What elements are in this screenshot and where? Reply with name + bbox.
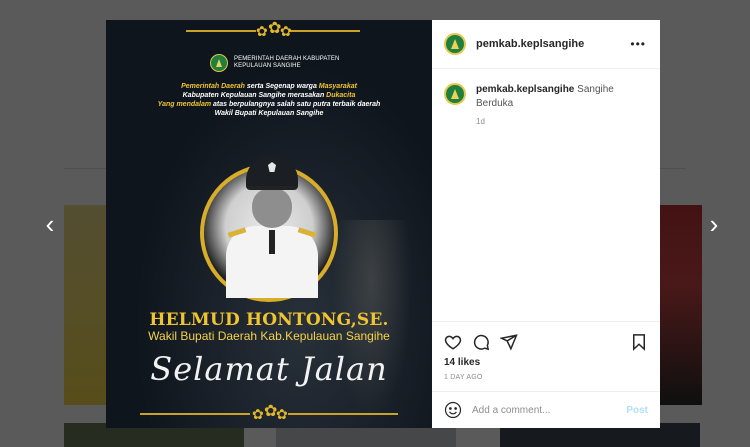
likes-count[interactable]: 14 likes: [432, 353, 660, 368]
government-header: PEMERINTAH DAERAH KABUPATEN KEPULAUAN SA…: [210, 54, 339, 72]
government-title-line1: PEMERINTAH DAERAH KABUPATEN: [234, 56, 340, 62]
caption-body: pemkab.keplsangihe Sangihe Berduka 1d: [476, 83, 648, 126]
farewell-text: Selamat Jalan: [150, 350, 388, 388]
flower-ornament-icon: ✿: [252, 406, 264, 422]
heart-icon[interactable]: [444, 333, 462, 351]
government-title-line2: KEPULAUAN SANGIHE: [234, 63, 301, 69]
ornament-bar: [186, 30, 256, 32]
comment-form: Post: [432, 391, 660, 428]
condolence-line: Yang mendalam atas berpulangnya salah sa…: [122, 100, 416, 109]
portrait-cap: [246, 156, 298, 190]
flower-ornament-icon: ✿: [280, 23, 292, 39]
caption-username-link[interactable]: pemkab.keplsangihe: [476, 84, 574, 95]
comment-input[interactable]: [472, 404, 627, 416]
condolence-line: Kabupaten Kepulauan Sangihe merasakan Du…: [122, 91, 416, 100]
flower-ornament-icon: ✿: [276, 406, 288, 422]
comments-area: [432, 140, 660, 321]
username-link[interactable]: pemkab.keplsangihe: [476, 38, 630, 50]
post-modal: ✿ ✿ ✿ PEMERINTAH DAERAH KABUPATEN KEPULA…: [106, 20, 660, 428]
ornament-top: ✿ ✿ ✿: [106, 21, 432, 39]
next-post-arrow-icon[interactable]: ›: [706, 211, 722, 237]
share-icon[interactable]: [500, 333, 518, 351]
portrait-tie: [269, 230, 275, 254]
flower-ornament-icon: ✿: [256, 23, 268, 39]
condolence-highlight: Pemerintah Daerah: [181, 83, 245, 90]
condolence-highlight: Masyarakat: [318, 83, 357, 90]
post-header: pemkab.keplsangihe •••: [432, 20, 660, 69]
bookmark-icon[interactable]: [630, 333, 648, 351]
action-bar: [432, 321, 660, 353]
government-logo-icon: [210, 54, 228, 72]
avatar[interactable]: [444, 83, 466, 105]
caption-timestamp: 1d: [476, 117, 485, 126]
ornament-bar: [140, 413, 250, 415]
portrait-face: [252, 188, 292, 228]
comment-icon[interactable]: [472, 333, 490, 351]
post-date: 1 DAY AGO: [444, 374, 483, 381]
condolence-text: atas berpulangnya salah satu putra terba…: [211, 101, 381, 108]
emoji-icon[interactable]: [444, 401, 462, 419]
ornament-bottom: ✿ ✿ ✿: [106, 404, 432, 422]
post-comment-button[interactable]: Post: [626, 405, 648, 416]
post-image[interactable]: ✿ ✿ ✿ PEMERINTAH DAERAH KABUPATEN KEPULA…: [106, 20, 432, 428]
condolence-text: serta Segenap warga: [244, 83, 319, 90]
ornament-bar: [288, 413, 398, 415]
more-options-icon[interactable]: •••: [630, 37, 646, 51]
deceased-name: HELMUD HONTONG,SE.: [149, 310, 389, 330]
condolence-text: Kabupaten Kepulauan Sangihe merasakan: [182, 92, 327, 99]
condolence-line: Wakil Bupati Kepulauan Sangihe: [214, 110, 324, 117]
post-sidebar: pemkab.keplsangihe ••• pemkab.keplsangih…: [432, 20, 660, 428]
caption-text: pemkab.keplsangihe Sangihe Berduka: [476, 83, 648, 111]
ornament-bar: [290, 30, 360, 32]
condolence-highlight: Yang mendalam: [157, 101, 212, 108]
condolence-message: Pemerintah Daerah serta Segenap warga Ma…: [122, 82, 416, 118]
previous-post-arrow-icon[interactable]: ‹: [42, 211, 58, 237]
avatar[interactable]: [444, 33, 466, 55]
condolence-highlight: Dukacita: [326, 92, 356, 99]
caption: pemkab.keplsangihe Sangihe Berduka 1d: [432, 69, 660, 140]
deceased-role: Wakil Bupati Daerah Kab.Kepulauan Sangih…: [148, 329, 390, 343]
government-title: PEMERINTAH DAERAH KABUPATEN KEPULAUAN SA…: [234, 56, 339, 70]
condolence-line: Pemerintah Daerah serta Segenap warga Ma…: [122, 82, 416, 91]
